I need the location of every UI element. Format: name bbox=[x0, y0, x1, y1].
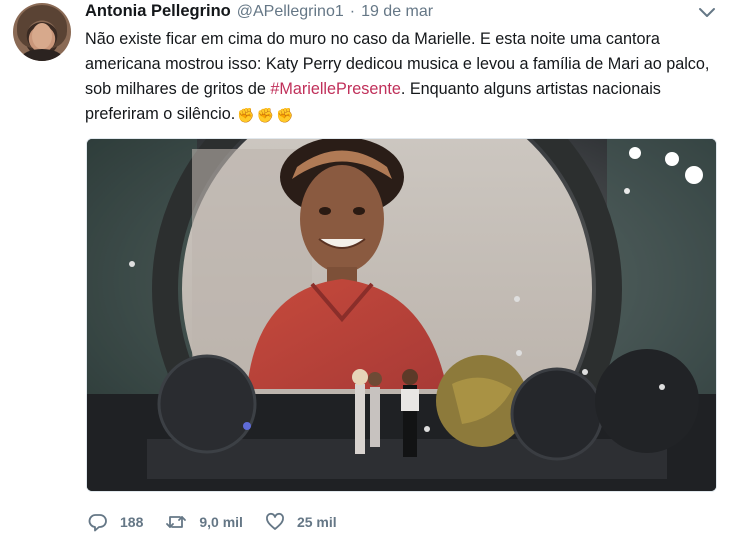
like-count: 25 mil bbox=[296, 514, 337, 530]
avatar[interactable] bbox=[13, 3, 71, 61]
heart-icon bbox=[265, 512, 285, 532]
avatar-face bbox=[32, 23, 52, 49]
tweet: Antonia Pellegrino @APellegrino1 · 19 de… bbox=[0, 0, 734, 541]
author-name[interactable]: Antonia Pellegrino bbox=[85, 2, 231, 21]
reply-button[interactable]: 188 bbox=[88, 512, 143, 532]
retweet-count: 9,0 mil bbox=[199, 514, 243, 530]
raised-fist-emoji-light: ✊ bbox=[256, 108, 275, 124]
raised-fist-emoji-medium: ✊ bbox=[276, 108, 294, 124]
retweet-icon bbox=[165, 512, 187, 532]
raised-fist-emoji-dark: ✊ bbox=[237, 108, 255, 124]
stage-photo-illustration bbox=[87, 139, 716, 491]
separator-dot: · bbox=[349, 3, 356, 20]
avatar-shirt bbox=[21, 49, 63, 61]
like-button[interactable]: 25 mil bbox=[265, 512, 337, 532]
reply-icon bbox=[88, 512, 108, 532]
chevron-down-icon[interactable] bbox=[698, 6, 716, 20]
tweet-actions: 188 9,0 mil 25 mil bbox=[88, 511, 359, 533]
tweet-header: Antonia Pellegrino @APellegrino1 · 19 de… bbox=[85, 2, 433, 24]
author-handle[interactable]: @APellegrino1 bbox=[237, 3, 344, 21]
retweet-button[interactable]: 9,0 mil bbox=[165, 512, 243, 532]
tweet-text: Não existe ficar em cima do muro no caso… bbox=[85, 27, 715, 127]
hashtag-link[interactable]: #MariellePresente bbox=[270, 80, 400, 98]
tweet-media-photo[interactable] bbox=[86, 138, 717, 492]
reply-count: 188 bbox=[120, 514, 144, 530]
tweet-date[interactable]: 19 de mar bbox=[361, 3, 433, 21]
